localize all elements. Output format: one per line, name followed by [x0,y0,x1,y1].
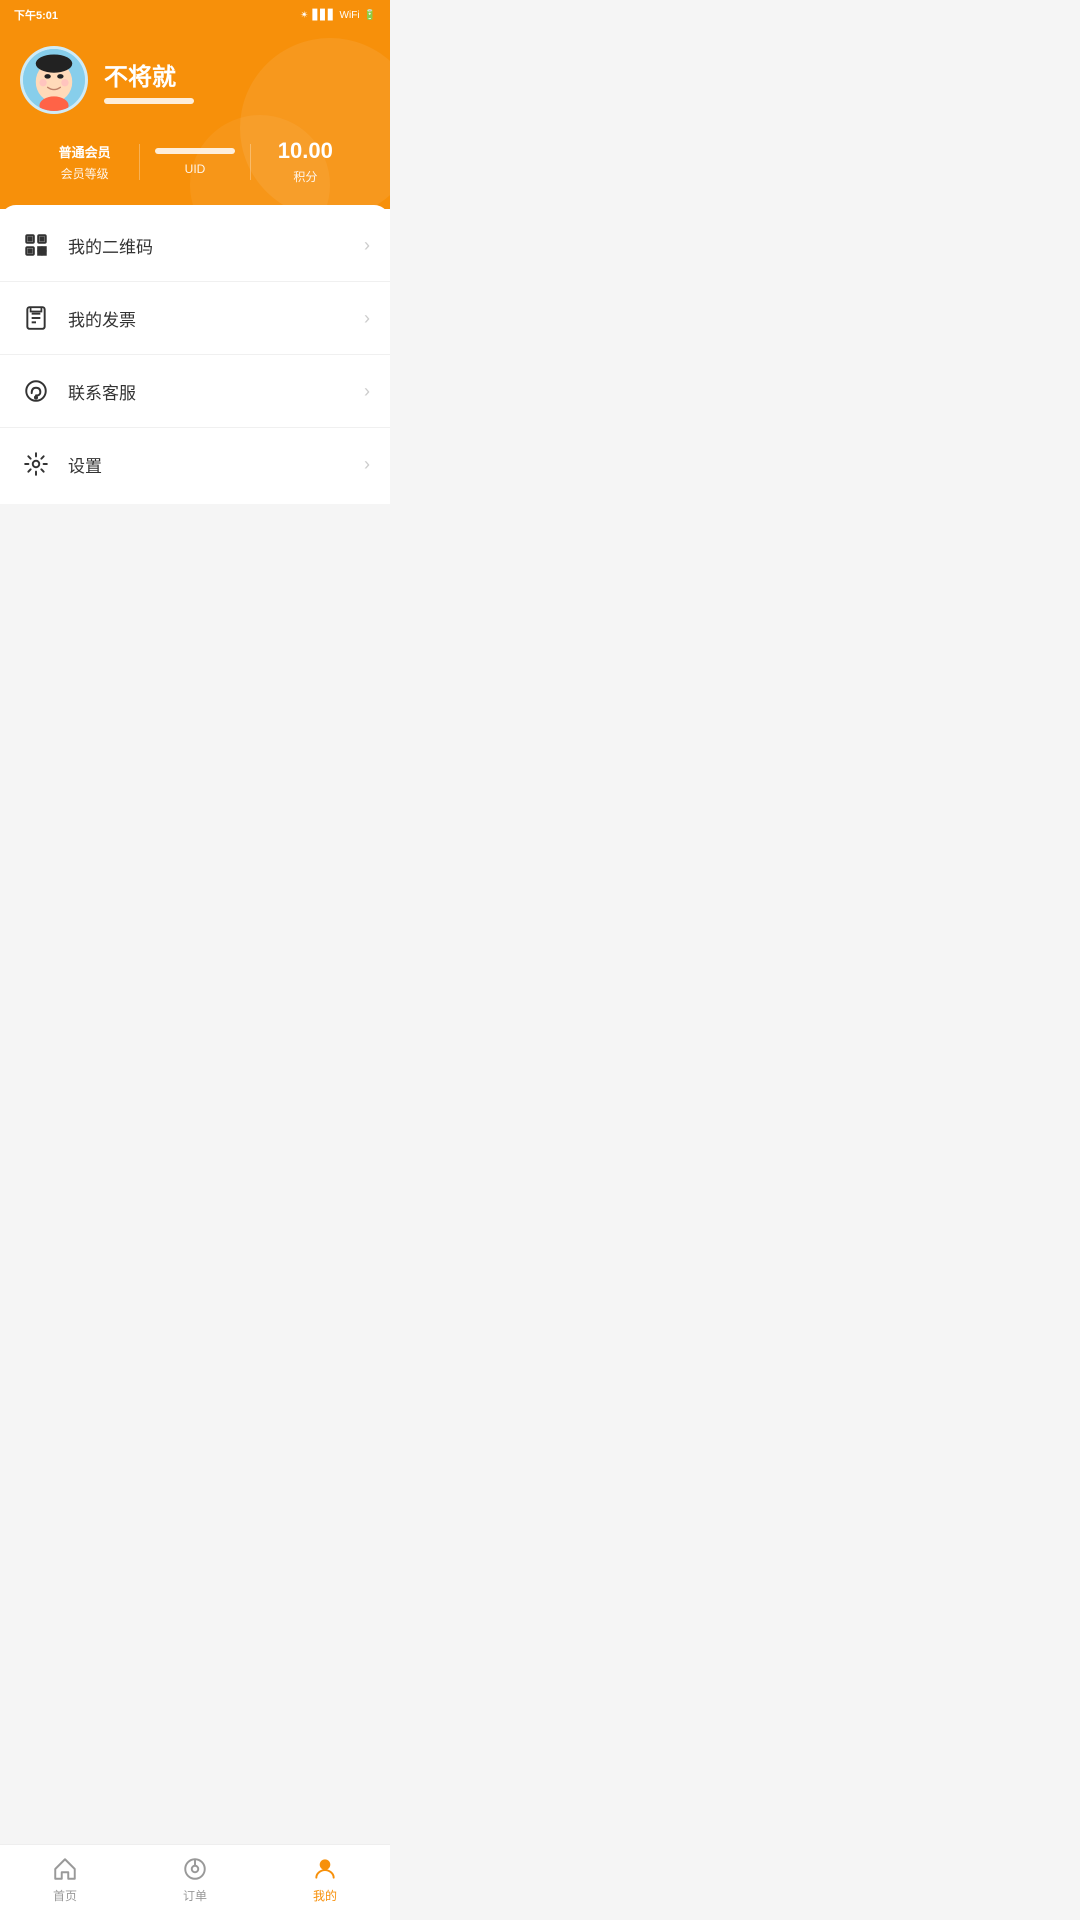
uid-label: UID [185,162,206,176]
points-stat: 10.00 积分 [251,138,360,185]
profile-info: 不将就 [104,57,194,104]
home-label: 首页 [53,1887,77,1904]
menu-item-settings[interactable]: 设置 › [0,428,390,500]
uid-stat: UID [140,148,249,176]
wifi-icon: WiFi [340,10,360,21]
order-icon [181,1855,209,1883]
nav-item-home[interactable]: 首页 [0,1855,130,1904]
member-level-label: 会员等级 [61,165,109,182]
signal-icon: ▋▋▋ [312,10,335,21]
profile-row: 不将就 [20,46,370,114]
bluetooth-icon: ✴ [300,10,308,21]
profile-header: 不将就 普通会员 会员等级 UID 10.00 积分 [0,28,390,215]
status-icons: ✴ ▋▋▋ WiFi 🔋 [300,10,376,21]
status-time: 下午5:01 [14,7,58,23]
settings-label: 设置 [68,452,364,477]
menu-item-invoice[interactable]: 我的发票 › [0,282,390,355]
stat-divider-2 [250,144,251,180]
invoice-arrow: › [364,308,370,329]
avatar-image [23,49,85,111]
nav-item-mine[interactable]: 我的 [260,1855,390,1904]
home-svg [52,1856,78,1882]
avatar[interactable] [20,46,88,114]
avatar-svg [23,46,85,114]
service-svg [23,378,49,404]
mine-icon [311,1855,339,1883]
service-arrow: › [364,381,370,402]
username: 不将就 [104,57,194,92]
menu-item-qrcode[interactable]: 我的二维码 › [0,209,390,282]
uid-bar [155,148,235,154]
points-label: 积分 [293,168,317,185]
order-svg [182,1856,208,1882]
points-value: 10.00 [278,138,333,164]
menu-list: 我的二维码 › 我的发票 › [0,205,390,504]
qrcode-icon [20,229,52,261]
stats-row: 普通会员 会员等级 UID 10.00 积分 [20,138,370,185]
username-bar [104,98,194,104]
content-area: 我的二维码 › 我的发票 › [0,205,390,584]
order-label: 订单 [183,1887,207,1904]
qrcode-arrow: › [364,235,370,256]
invoice-icon [20,302,52,334]
battery-icon: 🔋 [364,10,376,21]
status-bar: 下午5:01 ✴ ▋▋▋ WiFi 🔋 [0,0,390,28]
invoice-label: 我的发票 [68,306,364,331]
settings-svg [23,451,49,477]
bottom-nav: 首页 订单 我的 [0,1844,390,1920]
invoice-svg [23,305,49,331]
service-label: 联系客服 [68,379,364,404]
qrcode-svg [23,232,49,258]
member-level-stat: 普通会员 会员等级 [30,142,139,182]
nav-item-order[interactable]: 订单 [130,1855,260,1904]
qrcode-label: 我的二维码 [68,233,364,258]
menu-item-service[interactable]: 联系客服 › [0,355,390,428]
service-icon [20,375,52,407]
settings-icon [20,448,52,480]
home-icon [51,1855,79,1883]
mine-svg [312,1856,338,1882]
settings-arrow: › [364,454,370,475]
member-level-value: 普通会员 [59,142,111,161]
mine-label: 我的 [313,1887,337,1904]
